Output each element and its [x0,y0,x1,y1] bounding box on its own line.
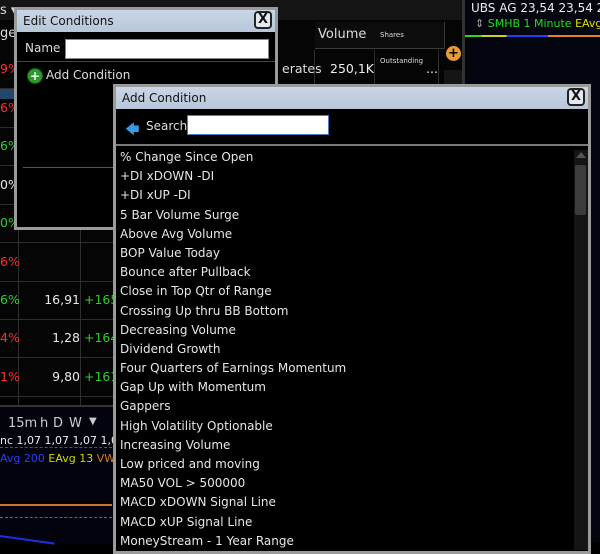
condition-item[interactable]: MA50 VOL > 500000 [116,474,574,493]
condition-item[interactable]: BOP Value Today [116,244,574,263]
change-cell: +165 [84,281,118,319]
add-condition-button[interactable]: Add Condition [46,68,130,82]
condition-item[interactable]: % Change Since Open [116,148,574,167]
reorder-icon[interactable]: ⇕ [475,17,484,30]
condition-item[interactable]: Dividend Growth [116,340,574,359]
price-cell: 16,91 [40,281,81,319]
add-dialog-titlebar[interactable]: Add Condition X [116,87,588,109]
condition-item[interactable]: Increasing Volume [116,436,574,455]
add-dialog-title: Add Condition [122,91,207,105]
change-cell: +164 [84,319,118,358]
price-cell [40,242,81,281]
divider [116,144,588,146]
condition-list-scrollbar[interactable] [574,150,588,550]
price-cell: 1,28 [40,319,81,358]
timeframe-h[interactable]: h [40,416,48,431]
pct-change-cell: 4% [0,319,20,358]
pct-change-cell: 1% [0,357,20,396]
chart-line [465,35,600,37]
volume-cell: 250,1K [318,50,375,88]
legend-eavg13: EAvg 13 [48,452,94,465]
condition-item[interactable]: +DI xDOWN -DI [116,167,574,186]
condition-item[interactable]: High Volatility Optionable [116,417,574,436]
condition-item[interactable]: Above Avg Volume [116,225,574,244]
close-add-dialog-button[interactable]: X [567,88,585,106]
edit-dialog-title: Edit Conditions [23,14,114,28]
search-label: Search [146,119,188,133]
condition-item[interactable]: MoneyStream - 1 Year Range [116,532,574,551]
name-label: Name [25,41,61,55]
pct-change-cell: 6% [0,281,20,319]
pct-change-cell: 6% [0,242,20,281]
timeframe-bar: 15m h D W ▼ [0,410,112,432]
ma-legend: Avg 200 EAvg 13 VWAP [0,452,129,465]
gridline [0,447,112,449]
column-header-shares-outstanding[interactable]: Shares Outstanding [378,22,445,65]
name-input[interactable] [65,39,269,59]
scroll-up-arrow-icon[interactable] [576,152,586,158]
close-edit-dialog-button[interactable]: X [254,11,272,29]
condition-item[interactable]: Crossing Up thru BB Bottom [116,302,574,321]
price-cell: 9,80 [40,357,81,396]
search-input[interactable] [187,115,329,135]
add-condition-dialog: Add Condition X 🡄 Search % Change Since … [113,84,591,554]
condition-item[interactable]: +DI xUP -DI [116,186,574,205]
shares-cell: ... [378,50,439,88]
condition-item[interactable]: Low priced and moving [116,455,574,474]
name-cell: erates [282,50,322,88]
legend-symbol: SMHB 1 Minute [487,17,572,30]
condition-item[interactable]: MACD xDOWN Signal Line [116,493,574,512]
condition-item[interactable]: Four Quarters of Earnings Momentum [116,359,574,378]
dropdown-arrow-icon[interactable]: ▼ [89,416,97,427]
chart-quote-title: UBS AG 23,54 23,54 23,54 [471,1,600,15]
edit-dialog-titlebar[interactable]: Edit Conditions X [17,10,275,32]
condition-item[interactable]: Bounce after Pullback [116,263,574,282]
condition-item[interactable]: 5 Bar Volume Surge [116,206,574,225]
quote-line: nc 1,07 1,07 1,07 1,0 [0,434,118,447]
change-cell: +161 [84,357,118,396]
condition-item[interactable]: Close in Top Qtr of Range [116,282,574,301]
timeframe-15m[interactable]: 15m [8,416,37,431]
condition-item[interactable]: Gappers [116,397,574,416]
condition-item[interactable]: Decreasing Volume [116,321,574,340]
avg200-line [0,535,55,545]
divider [17,61,275,62]
condition-item[interactable]: Gap Up with Momentum [116,378,574,397]
legend-ma: EAvg 13 [575,17,600,30]
column-header-volume[interactable]: Volume [315,22,379,49]
legend-avg200: Avg 200 [0,452,45,465]
gridline [0,517,112,519]
condition-item[interactable]: MACD xUP Signal Line [116,513,574,532]
timeframe-d[interactable]: D [53,416,63,431]
chart-legend: ⇕ SMHB 1 Minute EAvg 13 [475,17,600,30]
add-icon[interactable]: + [27,68,43,84]
vwap-line [0,504,112,506]
change-cell [84,242,115,281]
condition-list: % Change Since Open +DI xDOWN -DI +DI xUP … [116,148,574,551]
scroll-thumb[interactable] [575,165,586,215]
back-arrow-icon[interactable]: 🡄 [125,119,139,143]
timeframe-w[interactable]: W [69,416,82,431]
